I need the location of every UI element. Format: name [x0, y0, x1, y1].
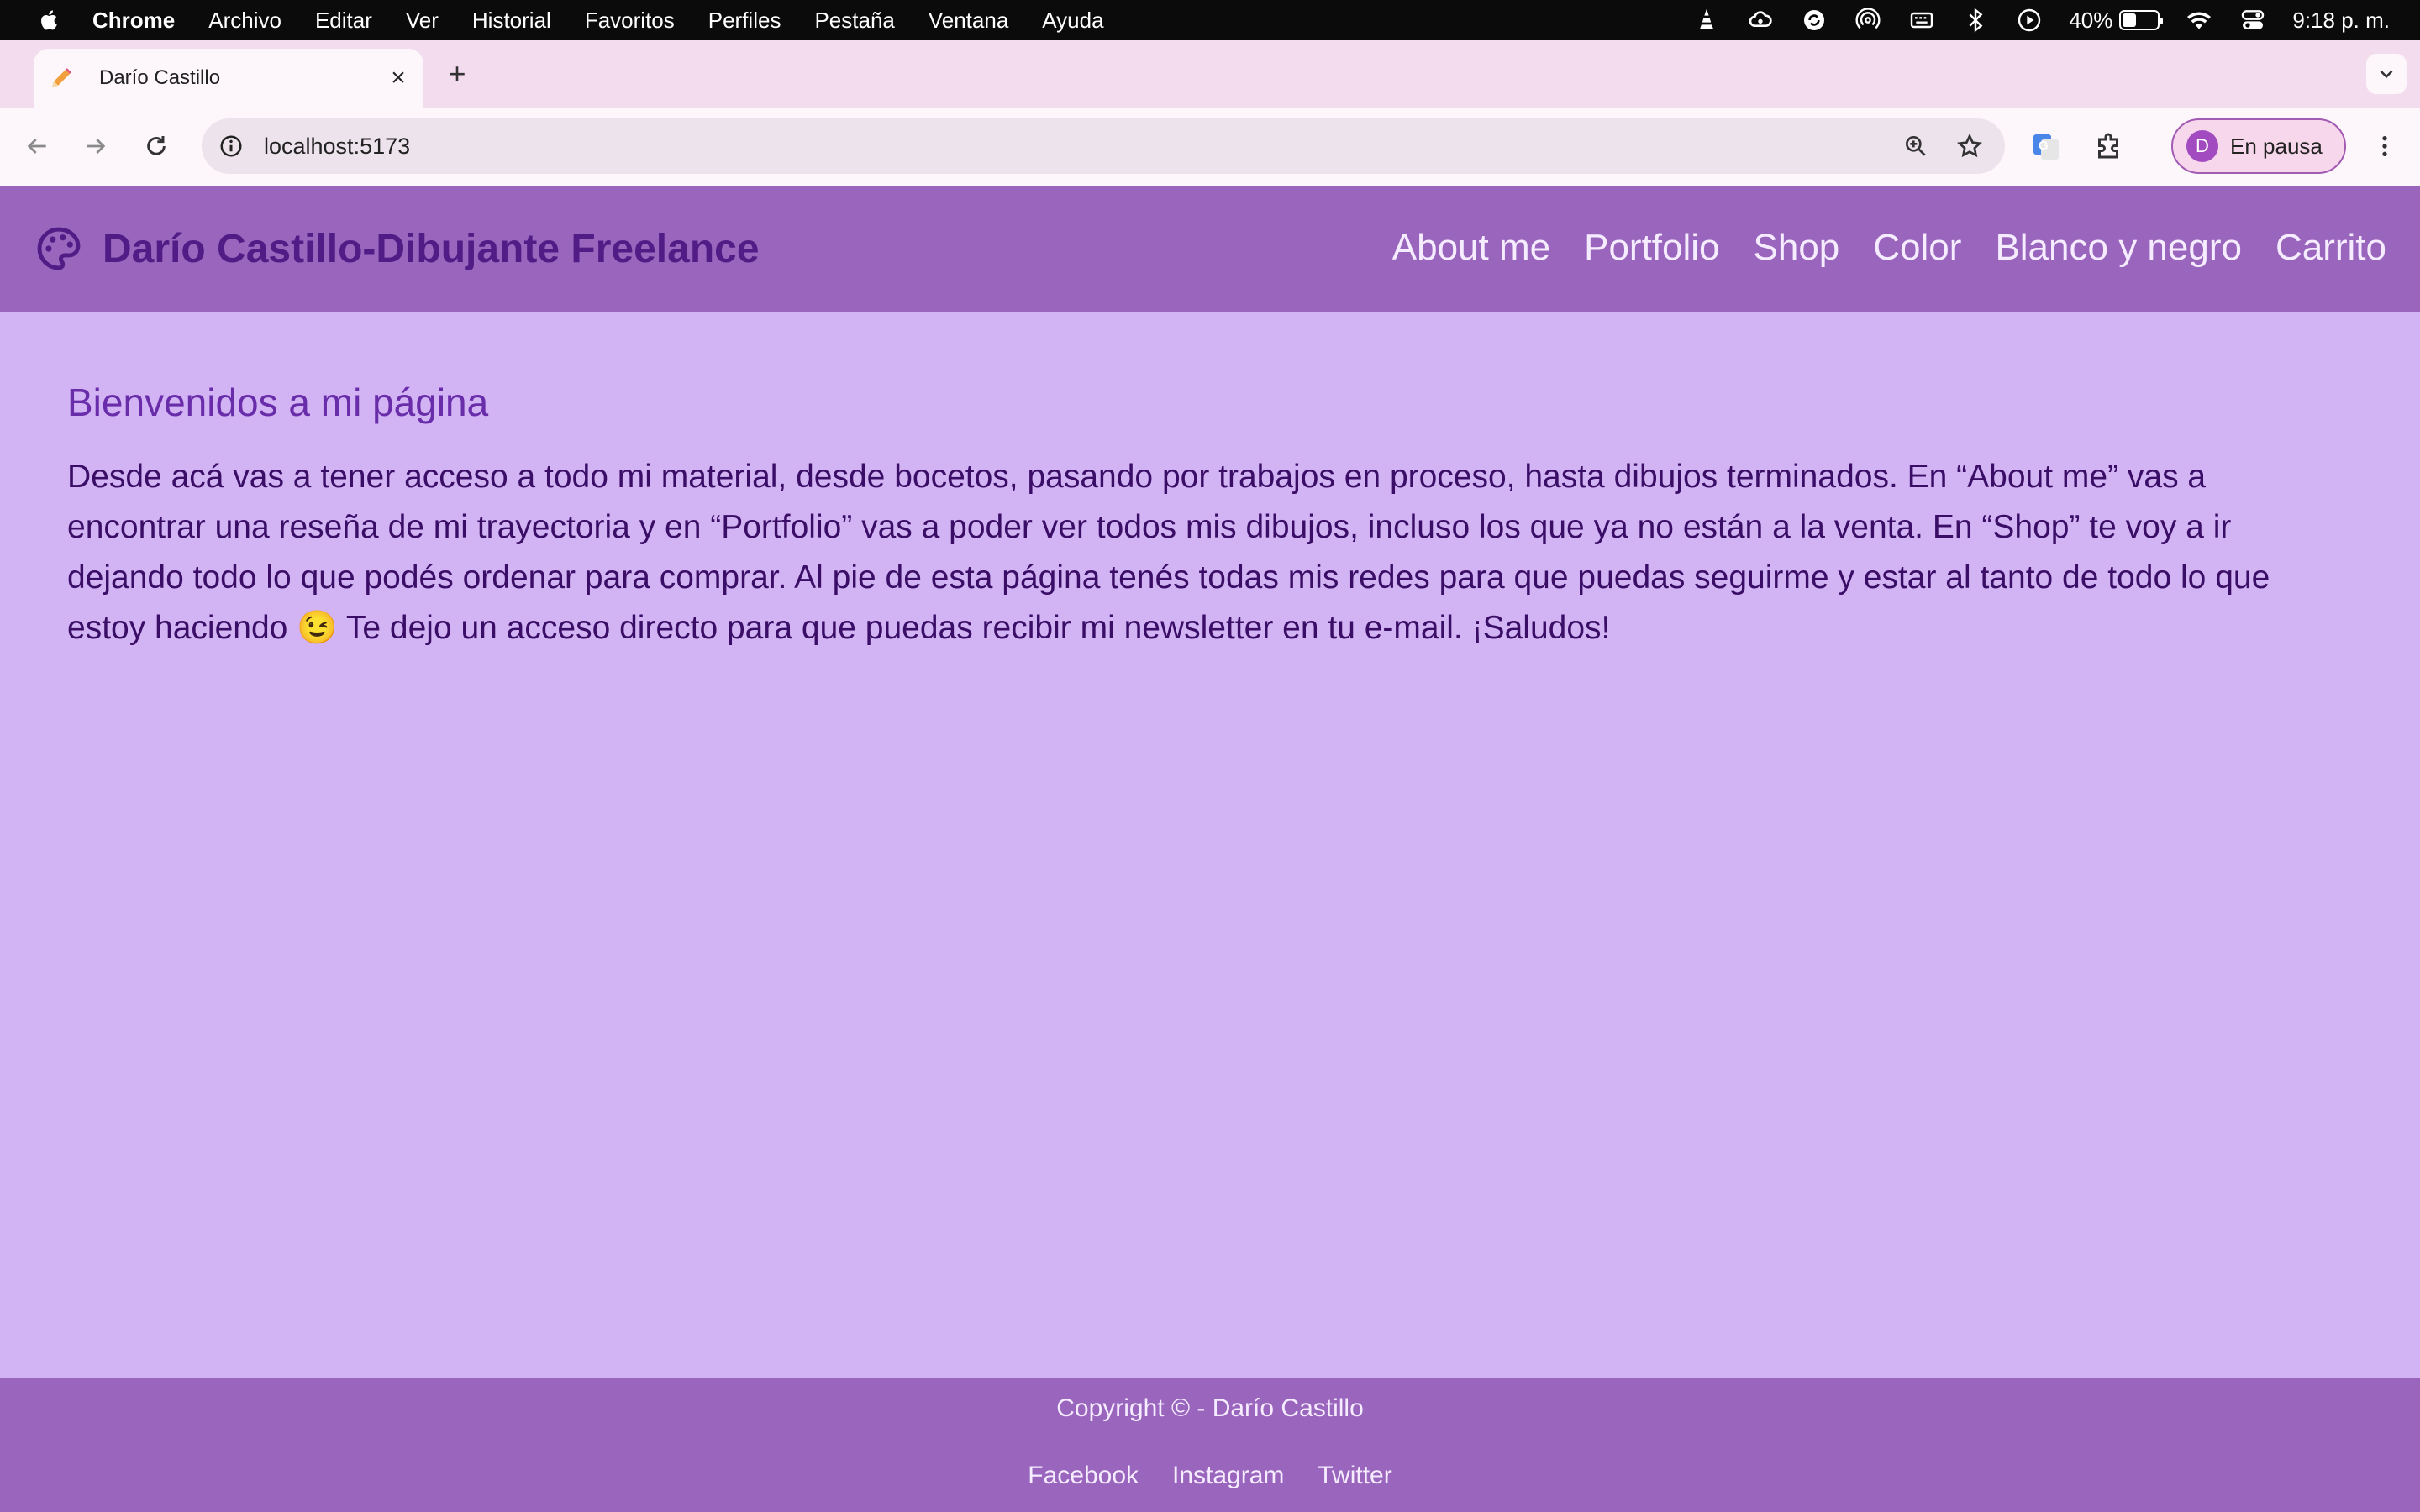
main-content: Bienvenidos a mi página Desde acá vas a … [67, 380, 2353, 654]
profile-avatar: D [2186, 130, 2218, 162]
airdrop-icon[interactable] [1854, 6, 1882, 34]
bookmark-star-icon[interactable] [1951, 128, 1988, 165]
extensions-puzzle-icon[interactable] [2087, 126, 2129, 168]
new-tab-plus-icon[interactable]: + [440, 56, 474, 91]
menu-historial[interactable]: Historial [472, 8, 551, 34]
brand-name[interactable]: Darío Castillo-Dibujante Freelance [103, 226, 760, 272]
macos-menu-bar: Chrome Archivo Editar Ver Historial Favo… [0, 0, 2420, 40]
reload-icon[interactable] [136, 126, 176, 166]
back-arrow-icon[interactable] [17, 126, 57, 166]
creative-cloud-icon[interactable] [1746, 6, 1775, 34]
facebook-link[interactable]: Facebook [1028, 1462, 1139, 1490]
menu-perfiles[interactable]: Perfiles [708, 8, 781, 34]
site-info-icon[interactable] [217, 132, 245, 160]
keyboard-input-icon[interactable] [1907, 6, 1936, 34]
battery-indicator[interactable]: 40% [2069, 7, 2164, 34]
welcome-heading: Bienvenidos a mi página [67, 381, 489, 424]
battery-fill [2123, 13, 2137, 27]
palette-icon [34, 223, 84, 274]
site-brand[interactable]: Darío Castillo-Dibujante Freelance [34, 223, 760, 274]
address-bar[interactable]: localhost:5173 [202, 118, 2005, 174]
nav-color[interactable]: Color [1873, 227, 1961, 269]
menu-ver[interactable]: Ver [406, 8, 439, 34]
sync-circle-icon[interactable] [1800, 6, 1828, 34]
menu-ayuda[interactable]: Ayuda [1042, 8, 1103, 34]
welcome-paragraph: Desde acá vas a tener acceso a todo mi m… [67, 459, 2270, 646]
profile-button[interactable]: D En pausa [2171, 118, 2346, 174]
menu-archivo[interactable]: Archivo [208, 8, 281, 34]
nav-carrito[interactable]: Carrito [2275, 227, 2386, 269]
twitter-link[interactable]: Twitter [1318, 1462, 1392, 1490]
tab-close-icon[interactable]: × [381, 61, 415, 95]
browser-toolbar: localhost:5173 G D En pausa [0, 108, 2420, 186]
site-footer: Copyright © - Darío Castillo Facebook In… [0, 1378, 2420, 1512]
copyright-text: Copyright © - Darío Castillo [1056, 1394, 1364, 1422]
menu-editar[interactable]: Editar [315, 8, 372, 34]
nav-blanco-y-negro[interactable]: Blanco y negro [1995, 227, 2242, 269]
battery-icon [2119, 10, 2164, 30]
google-translate-icon[interactable]: G [2025, 126, 2067, 168]
nav-portfolio[interactable]: Portfolio [1584, 227, 1719, 269]
browser-tab[interactable]: Darío Castillo × [34, 49, 424, 108]
menu-app-name[interactable]: Chrome [92, 8, 175, 34]
profile-status: En pausa [2230, 133, 2323, 159]
browser-tab-strip: Darío Castillo × + [0, 40, 2420, 108]
url-text[interactable]: localhost:5173 [264, 134, 1897, 160]
battery-percent: 40% [2069, 7, 2113, 33]
site-header: Darío Castillo-Dibujante Freelance About… [0, 186, 2420, 312]
vlc-cone-icon[interactable] [1692, 6, 1721, 34]
nav-shop[interactable]: Shop [1754, 227, 1840, 269]
pencil-favicon-icon [47, 64, 76, 92]
menu-pestana[interactable]: Pestaña [814, 8, 894, 34]
main-nav: About me Portfolio Shop Color Blanco y n… [1392, 227, 2386, 269]
instagram-link[interactable]: Instagram [1172, 1462, 1284, 1490]
play-icon[interactable] [2015, 6, 2044, 34]
tab-search-chevron-icon[interactable] [2366, 54, 2407, 94]
social-links: Facebook Instagram Twitter [0, 1462, 2420, 1490]
tab-title: Darío Castillo [99, 66, 221, 89]
browser-menu-icon[interactable] [2365, 126, 2405, 166]
nav-about-me[interactable]: About me [1392, 227, 1550, 269]
status-area: 40% 9:18 p. m. [1692, 0, 2390, 40]
menu-clock[interactable]: 9:18 p. m. [2292, 8, 2390, 34]
forward-arrow-icon[interactable] [76, 126, 116, 166]
wifi-icon[interactable] [2185, 6, 2213, 34]
bluetooth-icon[interactable] [1961, 6, 1990, 34]
zoom-icon[interactable] [1897, 128, 1934, 165]
menu-favoritos[interactable]: Favoritos [585, 8, 675, 34]
apple-icon[interactable] [34, 4, 66, 36]
svg-text:G: G [2039, 139, 2049, 153]
control-center-icon[interactable] [2238, 6, 2267, 34]
menu-ventana[interactable]: Ventana [929, 8, 1008, 34]
